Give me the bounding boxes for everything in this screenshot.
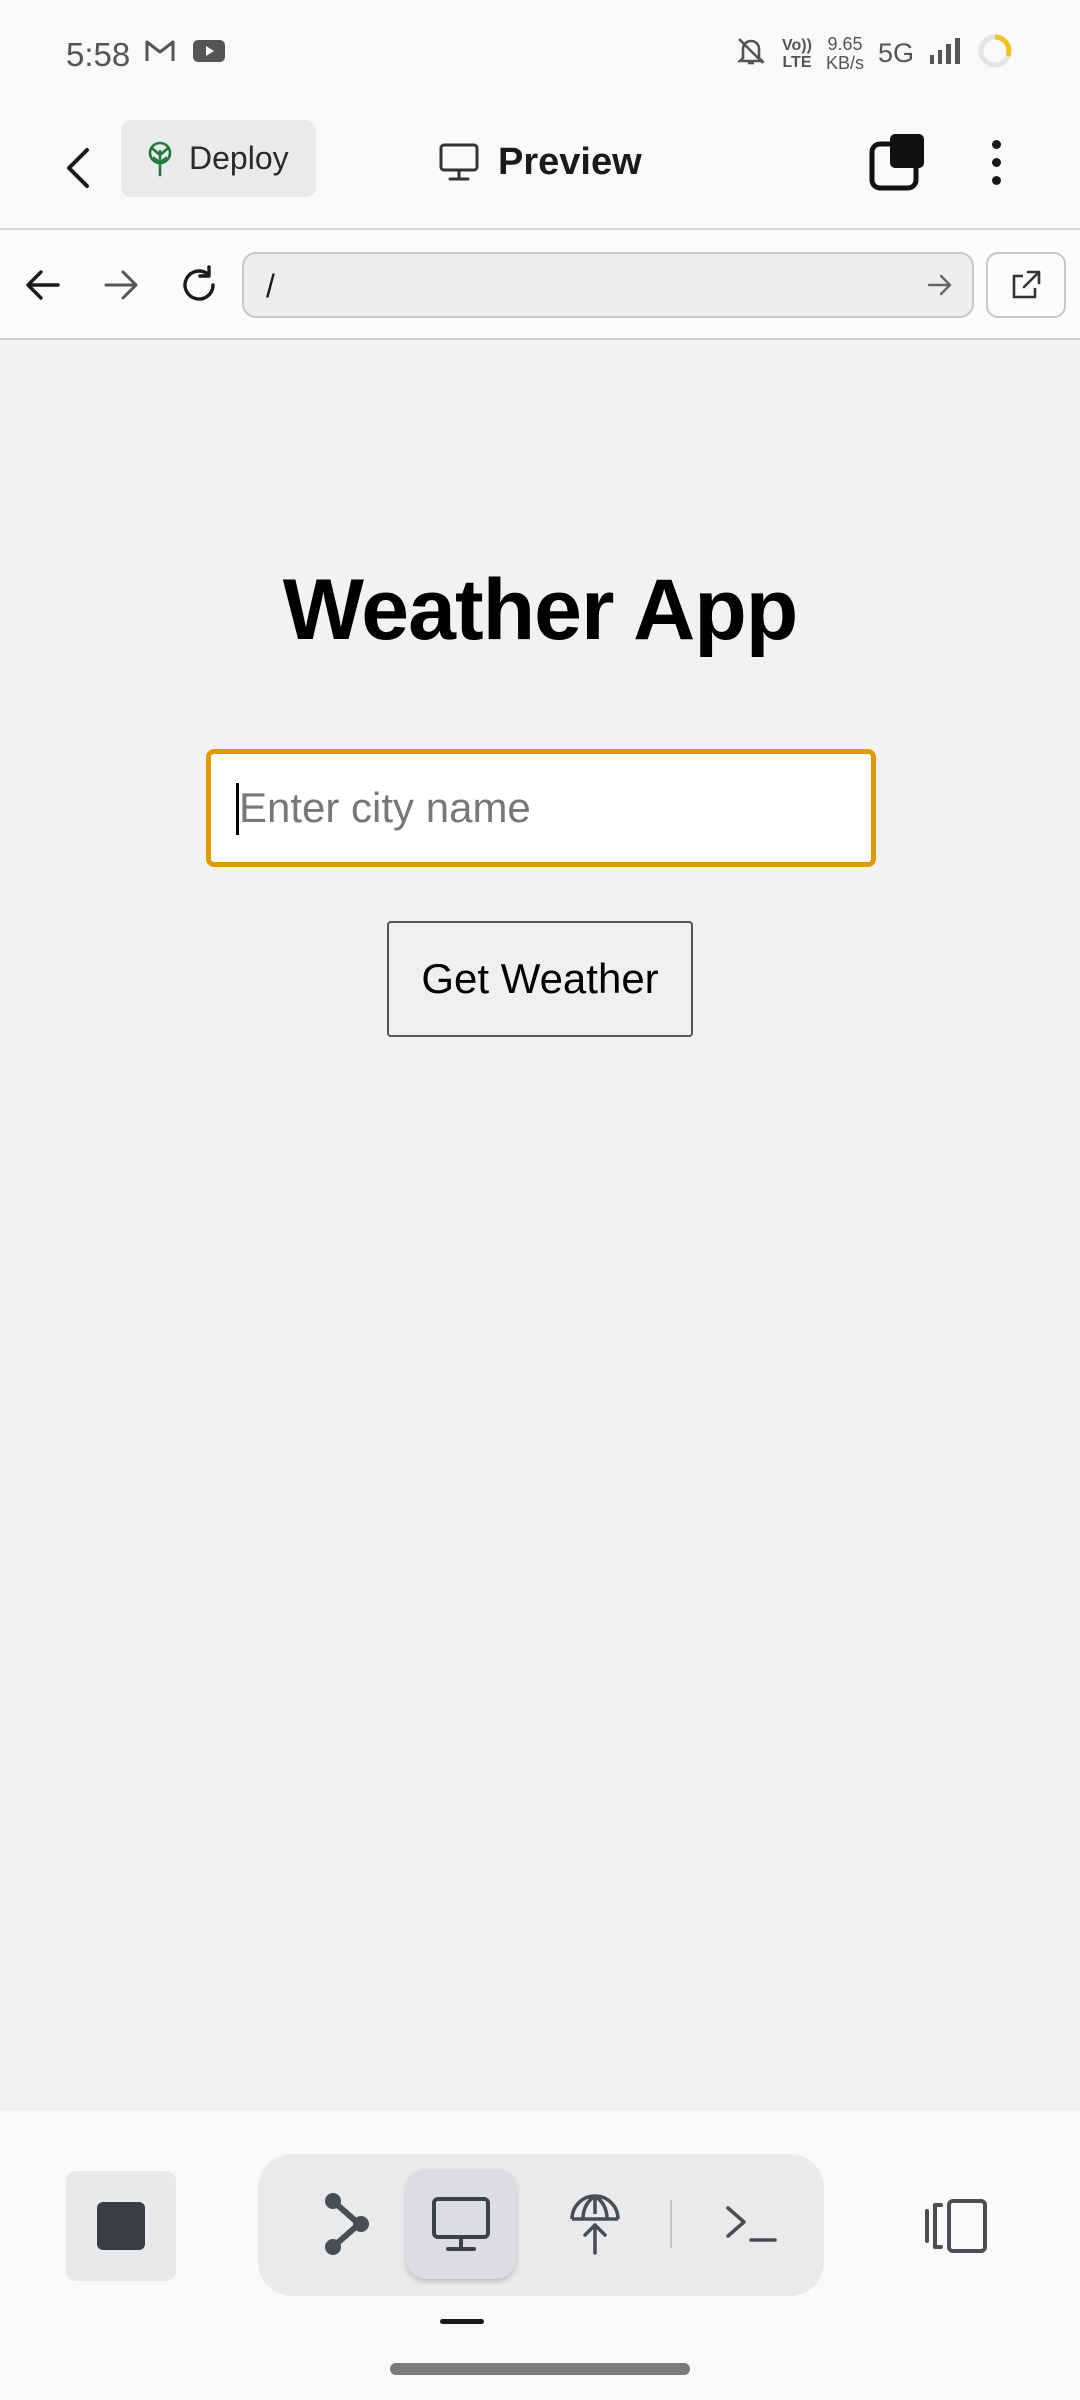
terminal-tool-button[interactable] [696, 2169, 806, 2279]
deploy-tool-button[interactable] [540, 2169, 650, 2279]
web-preview: Weather App Get Weather [0, 341, 1080, 2111]
deploy-label: Deploy [189, 140, 289, 176]
page-title: Preview [438, 132, 642, 192]
tabs-button[interactable] [868, 130, 928, 194]
deploy-tree-icon [148, 141, 172, 176]
youtube-icon [192, 38, 226, 69]
city-input[interactable] [206, 749, 876, 867]
status-time: 5:58 [66, 36, 131, 73]
browser-back-button[interactable] [18, 260, 68, 310]
get-weather-button[interactable]: Get Weather [387, 921, 693, 1037]
preview-title-text: Preview [498, 140, 642, 183]
signal-icon [928, 36, 962, 71]
net-speed: 9.65 KB/s [825, 33, 864, 73]
url-go-button[interactable] [926, 272, 954, 303]
status-bar: 5:58 Vo)) LTE 9.65 KB/s 5G [0, 0, 1080, 110]
status-right-icons: Vo)) LTE 9.65 KB/s 5G [734, 32, 1014, 75]
layout-toggle-button[interactable] [916, 2191, 996, 2261]
volte-icon: Vo)) LTE [782, 37, 812, 71]
active-tool-indicator [440, 2319, 484, 2324]
terminal-icon [726, 2206, 777, 2242]
stop-button[interactable] [66, 2171, 176, 2281]
deploy-button[interactable]: Deploy [121, 120, 316, 197]
git-tool-button[interactable] [292, 2169, 402, 2279]
app-header: Deploy Preview [0, 110, 1080, 230]
tool-switcher [258, 2154, 824, 2296]
home-indicator[interactable] [390, 2363, 690, 2375]
battery-ring-icon [976, 32, 1014, 75]
reload-button[interactable] [174, 260, 224, 310]
browser-toolbar: / [0, 230, 1080, 340]
external-link-icon [1012, 270, 1041, 299]
tool-separator [670, 2200, 672, 2248]
gmail-icon [144, 38, 176, 69]
url-text: / [266, 268, 275, 304]
preview-tool-button[interactable] [406, 2169, 516, 2279]
weather-app-title: Weather App [282, 562, 799, 658]
arrow-left-icon [26, 270, 60, 300]
kebab-dot [991, 175, 1001, 185]
browser-forward-button[interactable] [96, 260, 146, 310]
monitor-icon [432, 2197, 490, 2251]
chevron-left-icon [67, 148, 89, 188]
back-button[interactable] [56, 132, 100, 204]
volte-top-text: Vo)) [782, 36, 812, 54]
open-external-button[interactable] [986, 252, 1066, 318]
deploy-globe-icon [570, 2194, 620, 2255]
text-caret [236, 783, 239, 835]
stop-icon [97, 2202, 145, 2250]
network-type: 5G [877, 38, 914, 68]
net-speed-unit: KB/s [825, 52, 864, 73]
status-left-icons [144, 38, 226, 69]
bottom-toolbar [0, 2111, 1080, 2400]
split-layout-icon [925, 2199, 987, 2253]
more-menu-button[interactable] [978, 130, 1014, 194]
net-speed-value: 9.65 [827, 33, 863, 54]
bell-off-icon [734, 34, 768, 73]
tabs-stack-icon [869, 134, 924, 191]
monitor-icon [439, 143, 479, 181]
arrow-right-icon [927, 274, 952, 296]
url-field[interactable]: / [242, 252, 974, 318]
git-branch-icon [325, 2193, 369, 2255]
volte-bottom-text: LTE [782, 53, 812, 71]
kebab-menu-icon [991, 139, 1001, 149]
kebab-dot [991, 157, 1001, 167]
reload-icon [183, 265, 215, 301]
arrow-right-icon [104, 270, 138, 300]
